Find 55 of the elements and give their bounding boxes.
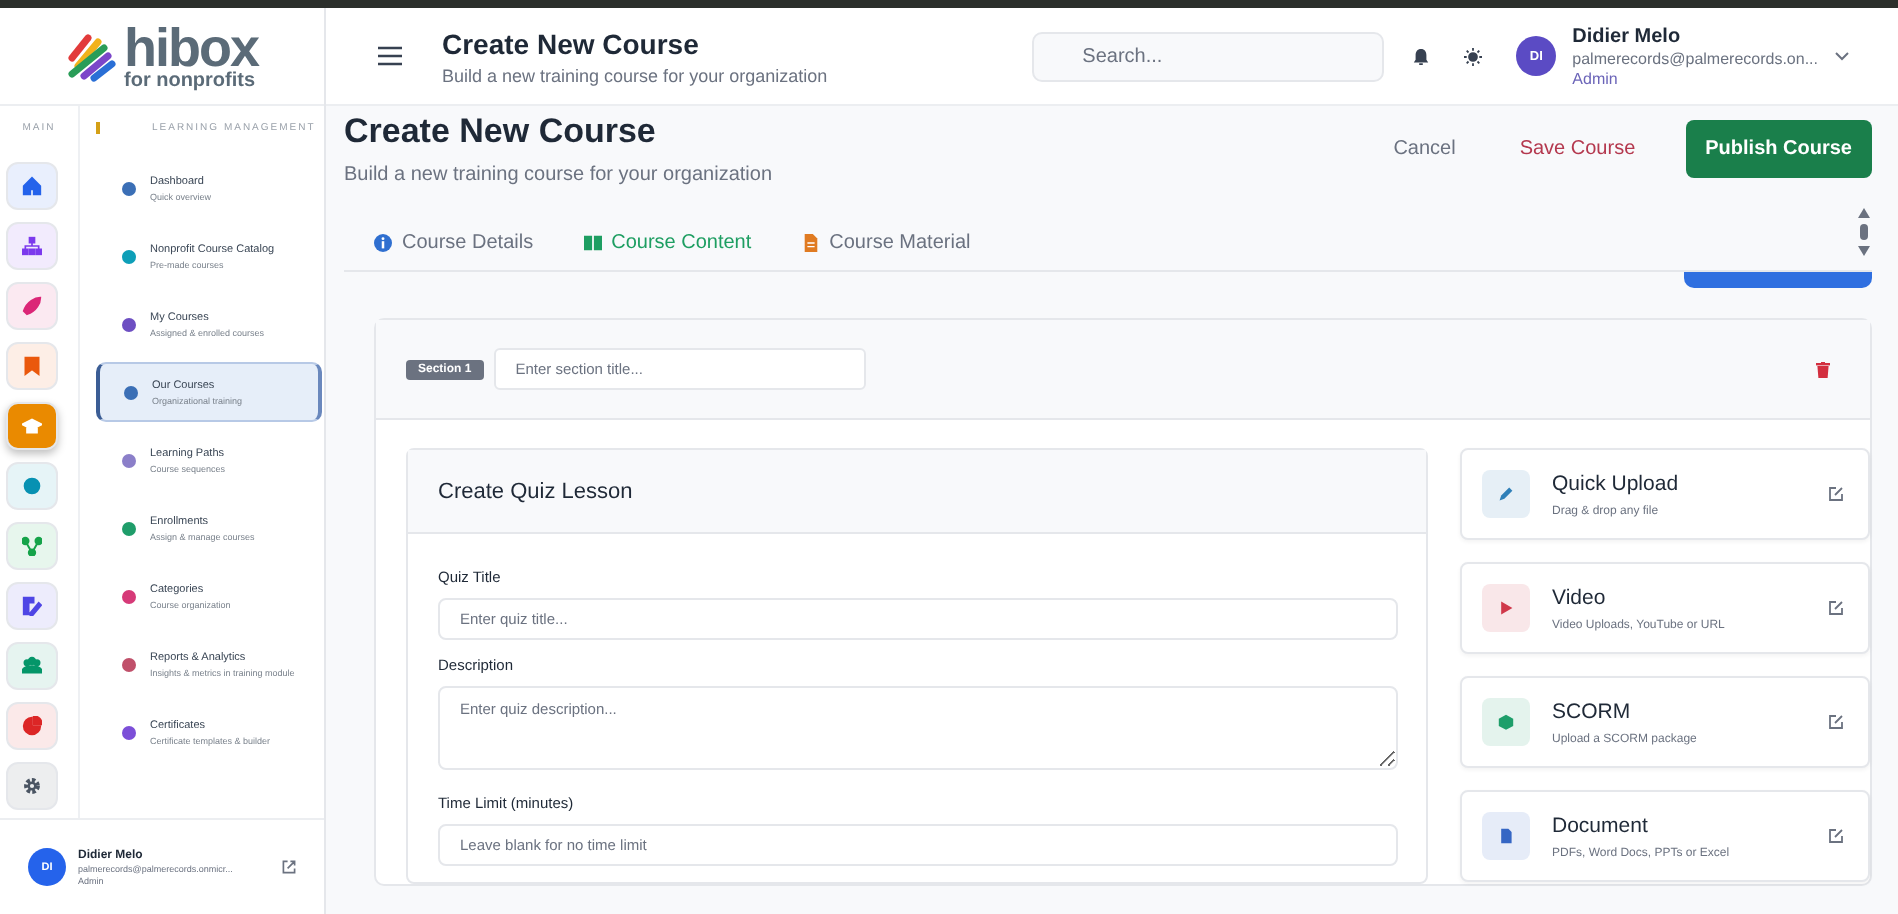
lesson-type-title: SCORM — [1552, 699, 1633, 723]
brand-tagline: for nonprofits — [124, 71, 258, 91]
graduation-cap-icon — [21, 416, 41, 436]
bell-icon[interactable] — [1412, 47, 1431, 65]
edit-icon[interactable] — [1828, 486, 1844, 502]
edit-icon[interactable] — [1828, 714, 1844, 730]
rail-button[interactable] — [5, 702, 57, 750]
publish-button[interactable]: Publish Course — [1685, 120, 1872, 178]
page-title: Create New Course — [344, 112, 658, 152]
pencil-icon — [1498, 486, 1514, 502]
rail-button[interactable] — [5, 642, 57, 690]
cancel-button[interactable]: Cancel — [1371, 122, 1478, 176]
bookmark-icon — [21, 356, 41, 376]
header-subtitle: Build a new training course for your organization — [442, 65, 830, 85]
rail-button[interactable] — [5, 222, 57, 270]
logo-icon — [64, 30, 116, 82]
chevron-down-icon[interactable] — [1834, 50, 1850, 62]
quiz-card-title: Create Quiz Lesson — [438, 479, 633, 503]
rail-button[interactable] — [5, 282, 57, 330]
sitemap-icon — [21, 236, 41, 256]
menu-icon[interactable] — [378, 46, 402, 66]
circle-icon — [21, 476, 41, 496]
trash-icon[interactable] — [1816, 361, 1830, 377]
header-title: Create New Course — [442, 27, 701, 59]
rail-button[interactable] — [5, 582, 57, 630]
save-button[interactable]: Save Course — [1497, 122, 1658, 176]
rail-button[interactable] — [5, 522, 57, 570]
home-icon — [21, 176, 41, 196]
play-icon — [1498, 600, 1514, 616]
tab[interactable]: Course Material — [771, 214, 991, 270]
user-name: Didier Melo — [1572, 25, 1683, 47]
user-email: palmerecords@palmerecords.on... — [1572, 49, 1818, 67]
rail-button[interactable] — [5, 762, 57, 810]
rail-button[interactable] — [5, 162, 57, 210]
lesson-type-title: Quick Upload — [1552, 471, 1681, 495]
lesson-type-title: Document — [1552, 813, 1650, 837]
users-icon — [21, 656, 41, 676]
scroll-arrows-icon[interactable] — [1856, 206, 1872, 258]
lesson-type-title: Video — [1552, 585, 1608, 609]
cube-icon — [1498, 714, 1514, 730]
search-field[interactable]: Search... — [1032, 31, 1385, 81]
tab[interactable]: Course Details — [344, 214, 554, 270]
pie-chart-icon — [21, 716, 41, 736]
external-link-icon[interactable] — [282, 860, 296, 874]
document-icon — [1498, 828, 1514, 844]
edit-icon[interactable] — [1828, 600, 1844, 616]
rail-button[interactable] — [5, 462, 57, 510]
rail-button[interactable] — [5, 342, 57, 390]
edit-icon — [21, 596, 41, 616]
sun-icon[interactable] — [1464, 47, 1483, 65]
settings-icon — [21, 776, 41, 796]
edit-icon[interactable] — [1828, 828, 1844, 844]
user-role: Admin — [1572, 69, 1620, 87]
page-subtitle: Build a new training course for your organization — [344, 164, 775, 186]
share-icon — [21, 536, 41, 556]
